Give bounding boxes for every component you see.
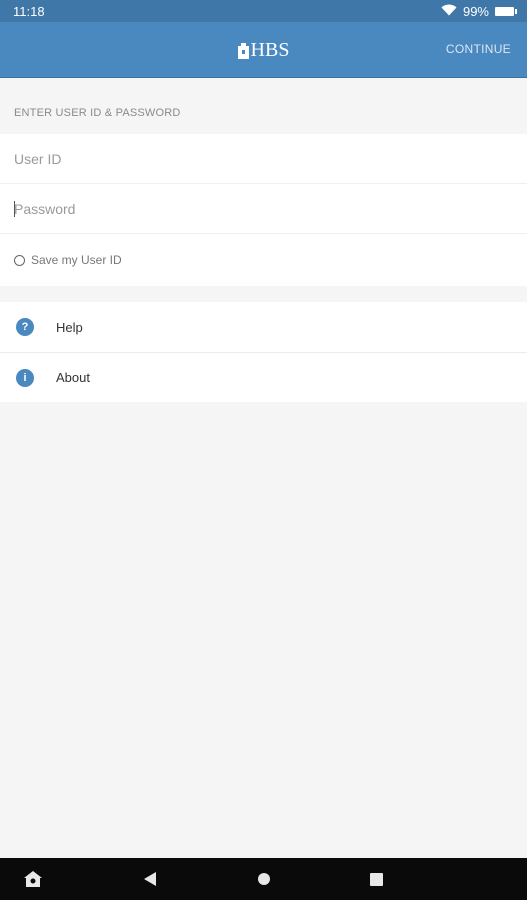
recents-icon[interactable] [370,873,383,886]
help-icon: ? [16,318,34,336]
app-bar: HBS CONTINUE [0,22,527,78]
system-nav-bar [0,858,527,900]
save-user-id-option[interactable]: Save my User ID [0,234,527,286]
status-indicators: 99% [441,3,517,19]
save-user-id-radio[interactable] [14,254,25,266]
battery-icon [495,6,517,16]
save-user-id-label: Save my User ID [31,253,122,267]
info-icon: i [16,368,34,387]
login-section-header: ENTER USER ID & PASSWORD [14,107,181,119]
menu-item-help[interactable]: ? Help [0,302,527,352]
home-launcher-icon[interactable] [24,871,42,892]
user-id-field-row [0,134,527,184]
wifi-icon [441,4,457,19]
logo-text: HBS [250,39,290,61]
status-time: 11:18 [13,3,45,19]
menu-item-about[interactable]: i About [0,352,527,402]
password-input[interactable] [14,200,527,217]
user-id-input[interactable] [14,150,527,167]
password-field-row [0,184,527,234]
bank-building-icon [237,42,249,59]
back-icon[interactable] [144,872,156,886]
login-form: Save my User ID [0,134,527,286]
home-icon[interactable] [258,873,270,885]
menu-item-label: Help [56,319,83,335]
status-bar: 11:18 99% [0,0,527,22]
menu-item-label: About [56,370,90,385]
battery-percent: 99% [462,3,489,19]
continue-button[interactable]: CONTINUE [446,42,511,56]
text-cursor [14,200,15,217]
menu-list: ? Help i About [0,302,527,402]
login-screen: 11:18 99% HBS CONTINUE ENTER USER ID & P… [0,0,527,900]
